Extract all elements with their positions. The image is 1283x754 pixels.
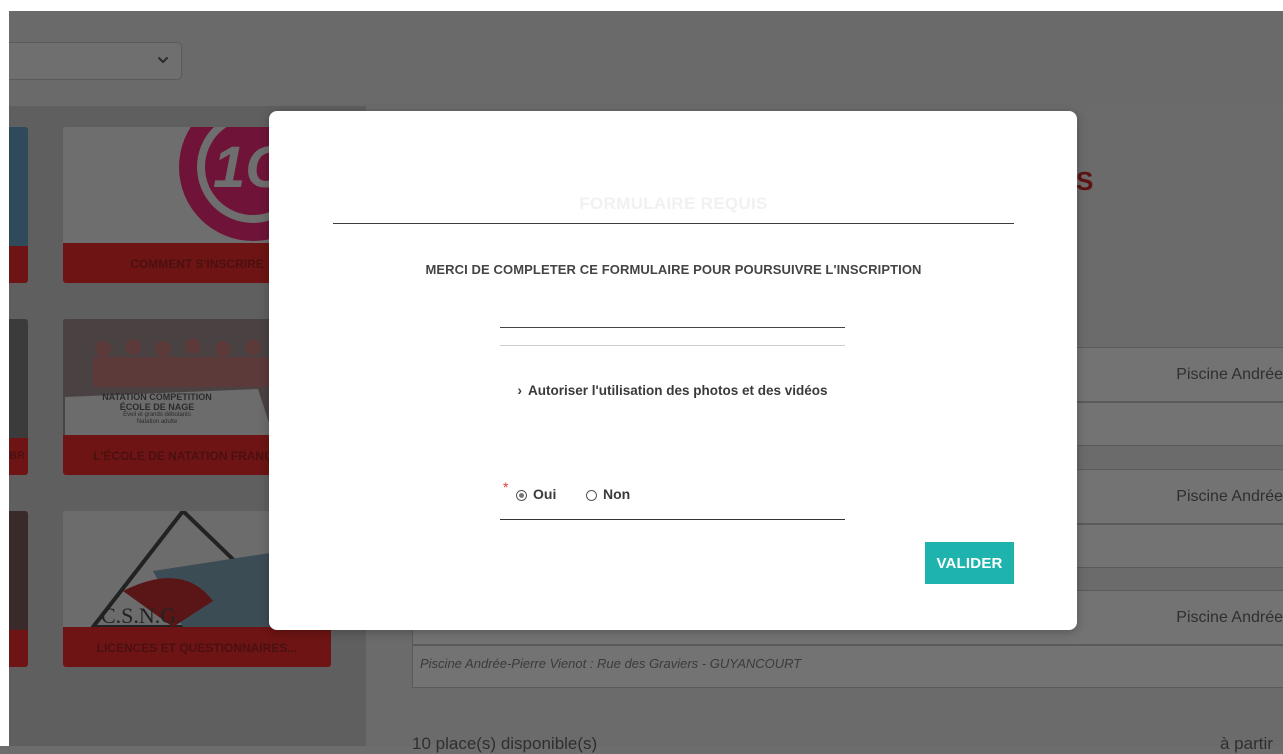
banner-line: ÉCOLE DE NAGE (119, 402, 195, 412)
banner-line: Natation adulte (136, 419, 178, 425)
banner-line: NATATION COMPETITION (102, 392, 212, 402)
photo-consent-question[interactable]: › Autoriser l'utilisation des photos et d… (500, 383, 845, 398)
question-label: Autoriser l'utilisation des photos et de… (527, 383, 828, 398)
side-card-label (9, 246, 28, 283)
card-label: LICENCES ET QUESTIONNAIRES... (63, 627, 331, 667)
divider (500, 345, 845, 346)
session-location: Piscine Andrée (1176, 488, 1283, 505)
required-marker: * (503, 479, 509, 495)
radio-label: Non (603, 486, 631, 502)
submit-button[interactable]: VALIDER (925, 542, 1014, 584)
form-instruction: MERCI DE COMPLETER CE FORMULAIRE POUR PO… (425, 262, 922, 277)
top-strip (0, 0, 1283, 11)
side-card-3[interactable] (9, 511, 28, 667)
side-card-image (9, 511, 28, 630)
modal-title: FORMULAIRE REQUIS (579, 194, 768, 213)
radio-unchecked-icon[interactable] (586, 490, 597, 501)
divider (500, 327, 845, 328)
session-address: Piscine Andrée-Pierre Vienot : Rue des G… (420, 656, 802, 671)
side-card-image (9, 319, 28, 438)
session-location: Piscine Andrée (1176, 366, 1283, 383)
left-strip (0, 0, 9, 746)
radio-label: Oui (533, 486, 557, 502)
chevron-right-icon: › (517, 383, 522, 398)
csng-text: C.S.N.G. (101, 603, 182, 627)
section-heading-fragment: S (1076, 166, 1094, 196)
availability-text: 10 place(s) disponible(s) (412, 734, 598, 753)
side-card-image (9, 127, 28, 246)
side-card-2[interactable]: BR (9, 319, 28, 475)
radio-checked-icon[interactable] (516, 490, 527, 501)
banner-line: Éveil et grands débutants (123, 412, 191, 418)
header-bar (9, 11, 1283, 106)
required-form-modal: FORMULAIRE REQUIS MERCI DE COMPLETER CE … (269, 111, 1077, 630)
side-card-label (9, 630, 28, 667)
session-location: Piscine Andrée (1176, 609, 1283, 626)
filter-select[interactable] (9, 42, 182, 80)
divider (333, 223, 1014, 224)
side-card-label: BR (9, 438, 28, 475)
price-from-text: à partir (1220, 734, 1273, 753)
divider (500, 519, 845, 520)
side-card-1[interactable] (9, 127, 28, 283)
chevron-down-icon (158, 57, 168, 64)
